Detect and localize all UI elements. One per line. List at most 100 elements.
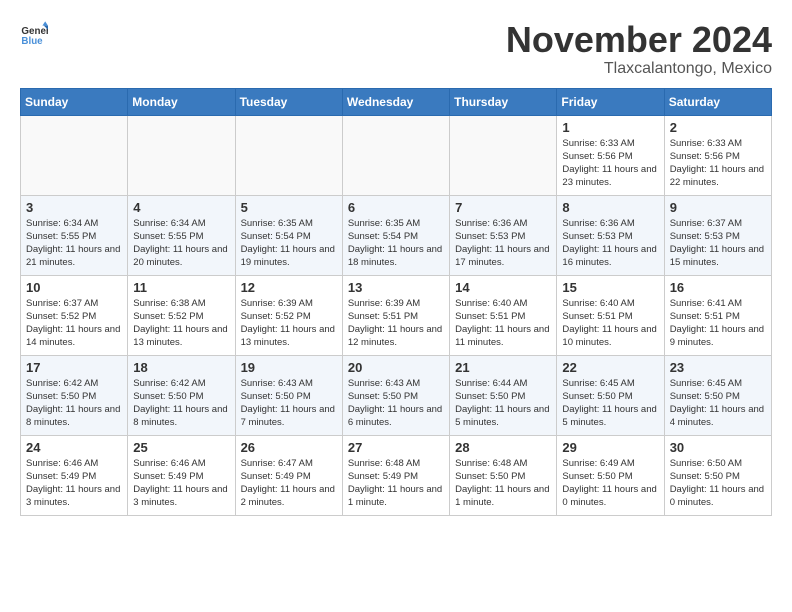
day-number: 5: [241, 200, 337, 215]
day-header-saturday: Saturday: [664, 88, 771, 115]
day-info: Sunrise: 6:40 AM Sunset: 5:51 PM Dayligh…: [455, 297, 551, 350]
day-number: 4: [133, 200, 229, 215]
day-number: 19: [241, 360, 337, 375]
day-number: 16: [670, 280, 766, 295]
calendar-cell: 4 Sunrise: 6:34 AM Sunset: 5:55 PM Daylig…: [128, 195, 235, 275]
day-number: 11: [133, 280, 229, 295]
day-info: Sunrise: 6:38 AM Sunset: 5:52 PM Dayligh…: [133, 297, 229, 350]
svg-text:Blue: Blue: [21, 36, 43, 47]
day-number: 27: [348, 440, 444, 455]
calendar-cell: 21 Sunrise: 6:44 AM Sunset: 5:50 PM Dayli…: [450, 355, 557, 435]
calendar-cell: [450, 115, 557, 195]
calendar-cell: 19 Sunrise: 6:43 AM Sunset: 5:50 PM Dayli…: [235, 355, 342, 435]
day-info: Sunrise: 6:44 AM Sunset: 5:50 PM Dayligh…: [455, 377, 551, 430]
day-info: Sunrise: 6:45 AM Sunset: 5:50 PM Dayligh…: [670, 377, 766, 430]
calendar-cell: 1Sunrise: 6:33 AM Sunset: 5:56 PM Daylig…: [557, 115, 664, 195]
day-number: 2: [670, 120, 766, 135]
day-number: 12: [241, 280, 337, 295]
title-block: November 2024 Tlaxcalantongo, Mexico: [506, 20, 772, 78]
day-header-wednesday: Wednesday: [342, 88, 449, 115]
day-info: Sunrise: 6:34 AM Sunset: 5:55 PM Dayligh…: [26, 217, 122, 270]
calendar-cell: 8 Sunrise: 6:36 AM Sunset: 5:53 PM Daylig…: [557, 195, 664, 275]
location-title: Tlaxcalantongo, Mexico: [506, 60, 772, 78]
page-header: General Blue November 2024 Tlaxcalantong…: [20, 20, 772, 78]
calendar-table: SundayMondayTuesdayWednesdayThursdayFrid…: [20, 88, 772, 516]
day-number: 9: [670, 200, 766, 215]
day-number: 20: [348, 360, 444, 375]
day-number: 28: [455, 440, 551, 455]
calendar-cell: 29Sunrise: 6:49 AM Sunset: 5:50 PM Dayli…: [557, 435, 664, 515]
day-info: Sunrise: 6:35 AM Sunset: 5:54 PM Dayligh…: [348, 217, 444, 270]
calendar-cell: 18 Sunrise: 6:42 AM Sunset: 5:50 PM Dayli…: [128, 355, 235, 435]
day-number: 18: [133, 360, 229, 375]
calendar-cell: [21, 115, 128, 195]
day-info: Sunrise: 6:34 AM Sunset: 5:55 PM Dayligh…: [133, 217, 229, 270]
calendar-cell: 6 Sunrise: 6:35 AM Sunset: 5:54 PM Daylig…: [342, 195, 449, 275]
day-number: 6: [348, 200, 444, 215]
day-number: 8: [562, 200, 658, 215]
calendar-cell: 12 Sunrise: 6:39 AM Sunset: 5:52 PM Dayli…: [235, 275, 342, 355]
day-number: 21: [455, 360, 551, 375]
day-info: Sunrise: 6:37 AM Sunset: 5:53 PM Dayligh…: [670, 217, 766, 270]
day-header-friday: Friday: [557, 88, 664, 115]
day-number: 3: [26, 200, 122, 215]
day-info: Sunrise: 6:42 AM Sunset: 5:50 PM Dayligh…: [133, 377, 229, 430]
week-row-4: 17Sunrise: 6:42 AM Sunset: 5:50 PM Dayli…: [21, 355, 772, 435]
day-number: 25: [133, 440, 229, 455]
week-row-5: 24 Sunrise: 6:46 AM Sunset: 5:49 PM Dayli…: [21, 435, 772, 515]
calendar-cell: 22Sunrise: 6:45 AM Sunset: 5:50 PM Dayli…: [557, 355, 664, 435]
day-info: Sunrise: 6:36 AM Sunset: 5:53 PM Dayligh…: [562, 217, 658, 270]
week-row-2: 3 Sunrise: 6:34 AM Sunset: 5:55 PM Daylig…: [21, 195, 772, 275]
calendar-cell: 17Sunrise: 6:42 AM Sunset: 5:50 PM Dayli…: [21, 355, 128, 435]
calendar-cell: 11 Sunrise: 6:38 AM Sunset: 5:52 PM Dayli…: [128, 275, 235, 355]
day-header-tuesday: Tuesday: [235, 88, 342, 115]
logo-icon: General Blue: [20, 20, 48, 48]
day-info: Sunrise: 6:39 AM Sunset: 5:52 PM Dayligh…: [241, 297, 337, 350]
calendar-cell: 13 Sunrise: 6:39 AM Sunset: 5:51 PM Dayli…: [342, 275, 449, 355]
calendar-cell: 20Sunrise: 6:43 AM Sunset: 5:50 PM Dayli…: [342, 355, 449, 435]
day-number: 23: [670, 360, 766, 375]
day-info: Sunrise: 6:46 AM Sunset: 5:49 PM Dayligh…: [26, 457, 122, 510]
day-info: Sunrise: 6:37 AM Sunset: 5:52 PM Dayligh…: [26, 297, 122, 350]
day-info: Sunrise: 6:43 AM Sunset: 5:50 PM Dayligh…: [241, 377, 337, 430]
logo: General Blue: [20, 20, 48, 48]
day-number: 10: [26, 280, 122, 295]
day-info: Sunrise: 6:35 AM Sunset: 5:54 PM Dayligh…: [241, 217, 337, 270]
calendar-cell: 9 Sunrise: 6:37 AM Sunset: 5:53 PM Daylig…: [664, 195, 771, 275]
calendar-cell: 3 Sunrise: 6:34 AM Sunset: 5:55 PM Daylig…: [21, 195, 128, 275]
day-info: Sunrise: 6:47 AM Sunset: 5:49 PM Dayligh…: [241, 457, 337, 510]
month-title: November 2024: [506, 20, 772, 60]
day-info: Sunrise: 6:50 AM Sunset: 5:50 PM Dayligh…: [670, 457, 766, 510]
calendar-cell: 14 Sunrise: 6:40 AM Sunset: 5:51 PM Dayli…: [450, 275, 557, 355]
day-info: Sunrise: 6:42 AM Sunset: 5:50 PM Dayligh…: [26, 377, 122, 430]
day-info: Sunrise: 6:39 AM Sunset: 5:51 PM Dayligh…: [348, 297, 444, 350]
day-number: 30: [670, 440, 766, 455]
calendar-cell: [128, 115, 235, 195]
day-info: Sunrise: 6:33 AM Sunset: 5:56 PM Dayligh…: [562, 137, 658, 190]
calendar-cell: 16 Sunrise: 6:41 AM Sunset: 5:51 PM Dayli…: [664, 275, 771, 355]
week-row-3: 10 Sunrise: 6:37 AM Sunset: 5:52 PM Dayli…: [21, 275, 772, 355]
calendar-cell: 7Sunrise: 6:36 AM Sunset: 5:53 PM Daylig…: [450, 195, 557, 275]
day-header-sunday: Sunday: [21, 88, 128, 115]
day-number: 14: [455, 280, 551, 295]
day-info: Sunrise: 6:41 AM Sunset: 5:51 PM Dayligh…: [670, 297, 766, 350]
day-info: Sunrise: 6:48 AM Sunset: 5:50 PM Dayligh…: [455, 457, 551, 510]
calendar-cell: 27 Sunrise: 6:48 AM Sunset: 5:49 PM Dayli…: [342, 435, 449, 515]
calendar-cell: 23 Sunrise: 6:45 AM Sunset: 5:50 PM Dayli…: [664, 355, 771, 435]
day-header-monday: Monday: [128, 88, 235, 115]
calendar-cell: 5 Sunrise: 6:35 AM Sunset: 5:54 PM Daylig…: [235, 195, 342, 275]
calendar-cell: 30 Sunrise: 6:50 AM Sunset: 5:50 PM Dayli…: [664, 435, 771, 515]
day-info: Sunrise: 6:33 AM Sunset: 5:56 PM Dayligh…: [670, 137, 766, 190]
day-info: Sunrise: 6:45 AM Sunset: 5:50 PM Dayligh…: [562, 377, 658, 430]
day-info: Sunrise: 6:48 AM Sunset: 5:49 PM Dayligh…: [348, 457, 444, 510]
day-info: Sunrise: 6:46 AM Sunset: 5:49 PM Dayligh…: [133, 457, 229, 510]
day-info: Sunrise: 6:36 AM Sunset: 5:53 PM Dayligh…: [455, 217, 551, 270]
calendar-cell: [342, 115, 449, 195]
calendar-cell: 25 Sunrise: 6:46 AM Sunset: 5:49 PM Dayli…: [128, 435, 235, 515]
day-number: 24: [26, 440, 122, 455]
day-info: Sunrise: 6:49 AM Sunset: 5:50 PM Dayligh…: [562, 457, 658, 510]
day-info: Sunrise: 6:40 AM Sunset: 5:51 PM Dayligh…: [562, 297, 658, 350]
day-number: 13: [348, 280, 444, 295]
calendar-cell: 2 Sunrise: 6:33 AM Sunset: 5:56 PM Daylig…: [664, 115, 771, 195]
calendar-cell: 10 Sunrise: 6:37 AM Sunset: 5:52 PM Dayli…: [21, 275, 128, 355]
